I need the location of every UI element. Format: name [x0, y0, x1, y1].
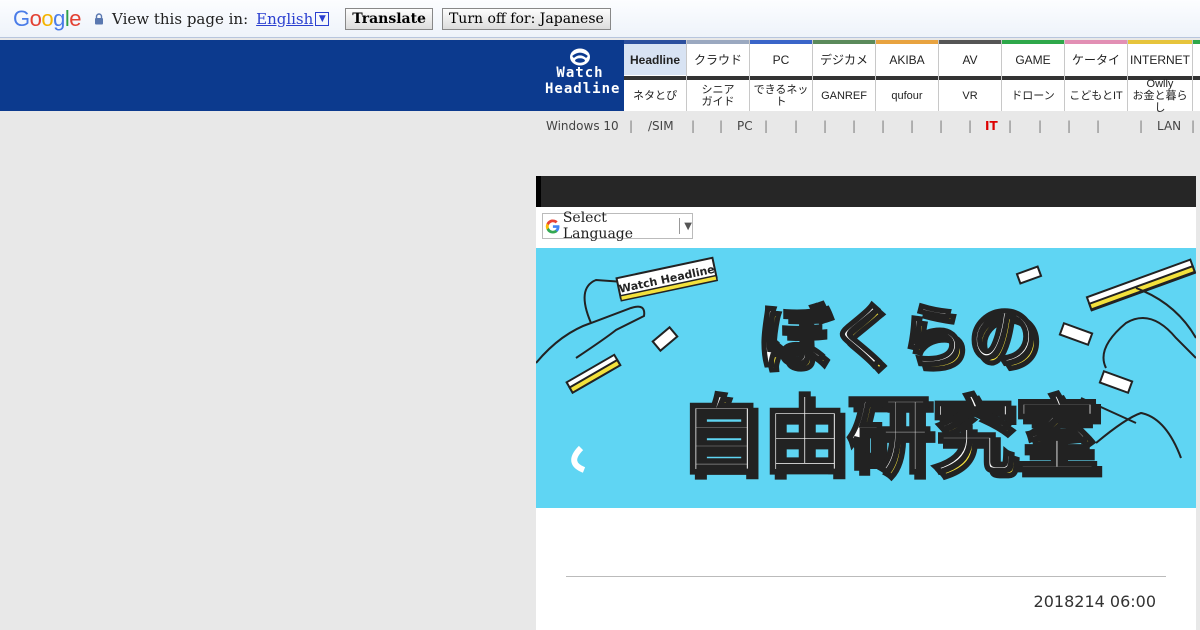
- subnav-separator: |: [1139, 119, 1144, 133]
- google-g-icon: [545, 218, 560, 234]
- nav-item-dekiru-net[interactable]: できるネット: [750, 76, 812, 111]
- nav-item-av[interactable]: AV: [939, 40, 1001, 75]
- nav-item-cloud[interactable]: クラウド: [687, 40, 749, 75]
- subnav-separator: |: [881, 119, 886, 133]
- banner-title: ぼくらの ぼくらの 自由研究室 自由研究室: [677, 295, 1105, 492]
- nav-item-kodomo-it[interactable]: こどもとIT: [1065, 76, 1127, 111]
- google-logo: Google: [13, 5, 82, 31]
- subnav-separator: |: [823, 119, 828, 133]
- lock-icon: [95, 12, 104, 24]
- select-language-dropdown[interactable]: Select Language ▼: [542, 210, 693, 242]
- nav-divider: [875, 40, 876, 111]
- subnav-separator: |: [1191, 119, 1196, 133]
- nav-divider: [1192, 40, 1193, 111]
- content-panel: Select Language ▼ Watch Headline ぼくらの ぼく…: [536, 176, 1196, 630]
- banner-title-line2: 自由研究室: [679, 387, 1099, 485]
- subnav-separator: |: [1038, 119, 1043, 133]
- language-dropdown-icon[interactable]: ▼: [315, 11, 330, 26]
- subnav-separator: |: [852, 119, 857, 133]
- subnav-separator: |: [691, 119, 696, 133]
- nav-item-internet[interactable]: INTERNET: [1128, 40, 1192, 75]
- nav-item-game[interactable]: GAME: [1002, 40, 1064, 75]
- banner-illustration: Watch Headline ぼくらの ぼくらの 自由研究室 自由研究室: [536, 256, 1196, 492]
- subnav-separator: |: [1096, 119, 1101, 133]
- divider-line: [566, 576, 1166, 577]
- nav-item-senior-guide[interactable]: シニア ガイド: [687, 76, 749, 111]
- subnav-link-lan[interactable]: LAN: [1157, 119, 1181, 133]
- subnav-separator: |: [910, 119, 915, 133]
- site-logo[interactable]: Watch Headline: [545, 48, 621, 106]
- section-header-bar: [536, 176, 1196, 207]
- subnav-separator: |: [794, 119, 799, 133]
- subnav-separator: |: [764, 119, 769, 133]
- select-language-label: Select Language: [562, 210, 634, 242]
- nav-item-vr[interactable]: VR: [939, 76, 1001, 111]
- nav-overflow-edge: [1193, 76, 1200, 111]
- subnav-separator: |: [1008, 119, 1013, 133]
- subnav-separator: |: [719, 119, 724, 133]
- category-nav: Headline クラウド PC デジカメ AKIBA AV GAME ケータイ…: [624, 40, 1200, 114]
- subnav-separator: |: [968, 119, 973, 133]
- nav-divider: [938, 40, 939, 111]
- logo-line1: Watch: [556, 65, 604, 81]
- nav-item-owlly[interactable]: Owlly お金と暮らし: [1128, 76, 1192, 114]
- nav-item-qufour[interactable]: qufour: [876, 76, 938, 111]
- nav-item-ganref[interactable]: GANREF: [813, 76, 875, 111]
- nav-divider: [1064, 40, 1065, 111]
- subnav-link-windows10[interactable]: Windows 10: [546, 119, 619, 133]
- nav-divider: [1127, 40, 1128, 111]
- nav-item-drone[interactable]: ドローン: [1002, 76, 1064, 111]
- subnav-separator: |: [629, 119, 634, 133]
- subnav-link-sim[interactable]: /SIM: [648, 119, 674, 133]
- translate-bar: Google View this page in: English ▼ Tran…: [0, 0, 1200, 38]
- translate-button[interactable]: Translate: [345, 7, 433, 30]
- sub-nav: Windows 10 | /SIM | | PC | | | | | | | |…: [536, 119, 1200, 135]
- feature-banner[interactable]: Watch Headline ぼくらの ぼくらの 自由研究室 自由研究室: [536, 248, 1196, 508]
- view-page-label: View this page in:: [112, 9, 249, 28]
- nav-item-headline[interactable]: Headline: [624, 40, 686, 75]
- nav-divider: [749, 40, 750, 111]
- chevron-down-icon: ▼: [684, 220, 692, 232]
- nav-item-akiba[interactable]: AKIBA: [876, 40, 938, 75]
- article-date: 2018214 06:00: [1033, 592, 1156, 611]
- subnav-separator: |: [1067, 119, 1072, 133]
- turn-off-button[interactable]: Turn off for: Japanese: [441, 7, 611, 30]
- logo-globe-icon: [570, 48, 590, 66]
- nav-item-keitai[interactable]: ケータイ: [1065, 40, 1127, 75]
- watch-headline-badge: Watch Headline: [615, 256, 719, 302]
- subnav-link-pc[interactable]: PC: [737, 119, 753, 133]
- nav-overflow-edge: [1193, 40, 1200, 75]
- banner-title-line1: ぼくらの: [758, 296, 1038, 378]
- nav-divider: [812, 40, 813, 111]
- subnav-link-it[interactable]: IT: [985, 119, 998, 133]
- nav-item-pc[interactable]: PC: [750, 40, 812, 75]
- nav-item-netatopi[interactable]: ネタとぴ: [624, 76, 686, 111]
- nav-divider: [1001, 40, 1002, 111]
- nav-divider: [686, 40, 687, 111]
- language-link[interactable]: English: [256, 10, 313, 28]
- subnav-separator: |: [939, 119, 944, 133]
- dropdown-divider: [679, 218, 681, 234]
- logo-line2: Headline: [545, 81, 621, 97]
- nav-item-dejikame[interactable]: デジカメ: [813, 40, 875, 75]
